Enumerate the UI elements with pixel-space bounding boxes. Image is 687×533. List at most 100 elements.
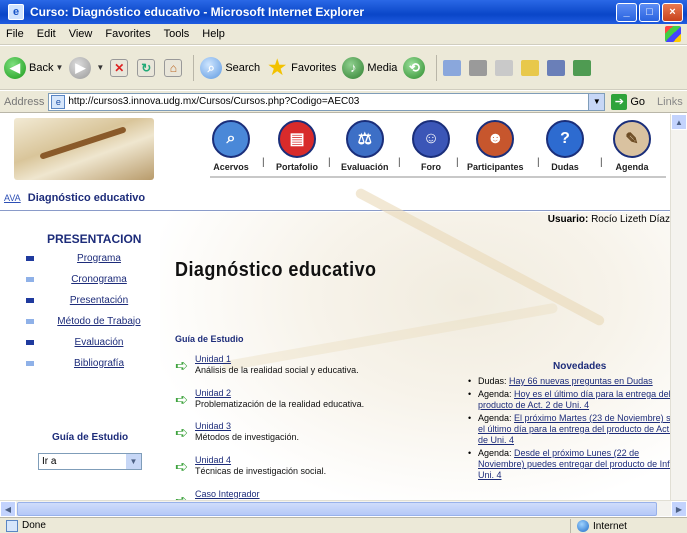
menu-edit[interactable]: Edit — [37, 28, 56, 40]
forward-arrow-icon: ▶ — [69, 56, 92, 79]
unit-link[interactable]: Unidad 1 — [195, 354, 359, 365]
page-icon — [6, 519, 18, 532]
sidebar-item-evaluacion[interactable]: Evaluación — [26, 335, 156, 349]
address-label: Address — [4, 95, 45, 108]
portafolio-icon: ▤ — [278, 120, 316, 158]
toolbar: ◀ Back ▼ ▶ ▼ ✕ ↻ ⌂ ⌕ Search ★ Favorites … — [0, 46, 687, 90]
nav-divider: | — [600, 157, 603, 168]
sidebar-link[interactable]: Método de Trabajo — [42, 316, 156, 327]
sidebar-item-programa[interactable]: Programa — [26, 251, 156, 265]
sidebar-heading: PRESENTACION — [47, 232, 142, 246]
unit-item: ➪ Unidad 2 Problematización de la realid… — [175, 388, 415, 410]
stop-icon: ✕ — [110, 58, 129, 77]
title-bar: e Curso: Diagnóstico educativo - Microso… — [0, 0, 687, 24]
favorites-button[interactable]: ★ Favorites — [266, 57, 336, 79]
sidebar-link[interactable]: Bibliografía — [42, 358, 156, 369]
forward-button[interactable]: ▶ ▼ — [69, 56, 104, 79]
scroll-thumb[interactable] — [17, 502, 657, 516]
nav-agenda[interactable]: ✎ Agenda — [613, 120, 651, 172]
breadcrumb-ava-link[interactable]: AVA — [4, 193, 21, 203]
nav-label: Foro — [421, 162, 441, 172]
menu-favorites[interactable]: Favorites — [105, 28, 150, 40]
links-button[interactable]: Links — [657, 96, 683, 108]
sidebar-item-bibliografia[interactable]: Bibliografía — [26, 356, 156, 370]
refresh-button[interactable]: ↻ — [137, 58, 158, 77]
sidebar-link[interactable]: Cronograma — [42, 274, 156, 285]
nav-evaluacion[interactable]: ⚖ Evaluación — [341, 120, 389, 172]
folder-icon[interactable] — [521, 59, 540, 76]
nav-label: Evaluación — [341, 162, 389, 172]
scroll-left-icon[interactable]: ◀ — [0, 501, 16, 517]
media-button[interactable]: ♪ Media — [342, 56, 398, 79]
nav-dudas[interactable]: ? Dudas — [546, 120, 584, 172]
sidebar-item-presentacion[interactable]: Presentación — [26, 293, 156, 307]
chevron-down-icon[interactable]: ▼ — [96, 63, 104, 72]
nav-label: Portafolio — [276, 162, 318, 172]
address-input[interactable]: e http://cursos3.innova.udg.mx/Cursos/Cu… — [48, 92, 606, 111]
close-button[interactable]: × — [662, 2, 683, 22]
minimize-button[interactable]: _ — [616, 2, 637, 22]
course-logo-image — [14, 118, 154, 180]
unit-link[interactable]: Unidad 4 — [195, 455, 326, 466]
window-title: Curso: Diagnóstico educativo - Microsoft… — [30, 5, 365, 19]
menu-help[interactable]: Help — [202, 28, 225, 40]
nav-participantes[interactable]: ☻ Participantes — [467, 120, 524, 172]
sidebar-link[interactable]: Programa — [42, 253, 156, 264]
security-zone: Internet — [570, 519, 627, 533]
guide-select-value: Ir a — [42, 456, 57, 467]
unit-link[interactable]: Unidad 3 — [195, 421, 299, 432]
guide-heading: Guía de Estudio — [175, 334, 244, 344]
nav-acervos[interactable]: ⌕ Acervos — [212, 120, 250, 172]
address-url[interactable]: http://cursos3.innova.udg.mx/Cursos/Curs… — [68, 96, 588, 107]
evaluacion-icon: ⚖ — [345, 120, 384, 158]
menu-file[interactable]: File — [6, 28, 24, 40]
sidebar-link[interactable]: Evaluación — [42, 337, 156, 348]
news-link[interactable]: Hay 66 nuevas preguntas en Dudas — [509, 376, 653, 386]
menu-view[interactable]: View — [69, 28, 93, 40]
nav-divider: | — [456, 157, 459, 168]
nav-portafolio[interactable]: ▤ Portafolio — [276, 120, 318, 172]
mail-icon[interactable] — [443, 59, 462, 76]
research-icon[interactable] — [547, 59, 566, 76]
address-bar: Address e http://cursos3.innova.udg.mx/C… — [0, 91, 687, 113]
search-button[interactable]: ⌕ Search — [200, 56, 260, 79]
edit-icon[interactable] — [495, 59, 514, 76]
unit-link[interactable]: Caso Integrador — [195, 489, 260, 500]
unit-item: ➪ Unidad 1 Análisis de la realidad socia… — [175, 354, 415, 376]
sidebar-item-metodo[interactable]: Método de Trabajo — [26, 314, 156, 328]
sidebar-item-cronograma[interactable]: Cronograma — [26, 272, 156, 286]
scroll-up-icon[interactable]: ▲ — [671, 114, 687, 130]
chevron-down-icon[interactable]: ▼ — [588, 93, 605, 110]
vertical-scrollbar[interactable]: ▲ — [670, 114, 687, 500]
horizontal-scrollbar[interactable]: ◀ ▶ — [0, 500, 687, 517]
nav-divider: | — [398, 157, 401, 168]
go-button[interactable]: ➔ Go — [611, 93, 645, 110]
messenger-icon[interactable] — [573, 59, 592, 76]
stop-button[interactable]: ✕ — [110, 58, 131, 77]
chevron-down-icon[interactable]: ▼ — [126, 454, 141, 469]
scroll-right-icon[interactable]: ▶ — [671, 501, 687, 517]
guide-select[interactable]: Ir a ▼ — [38, 453, 142, 470]
nav-underline — [210, 176, 666, 178]
nav-label: Dudas — [551, 162, 579, 172]
nav-divider: | — [262, 157, 265, 168]
user-name: Rocío Lizeth Díaz — [591, 214, 670, 225]
print-icon[interactable] — [469, 59, 488, 76]
arrow-right-icon: ➪ — [175, 491, 195, 500]
home-button[interactable]: ⌂ — [164, 58, 185, 77]
foro-icon: ☺ — [412, 120, 450, 158]
sidebar-link[interactable]: Presentación — [42, 295, 156, 306]
menu-tools[interactable]: Tools — [164, 28, 190, 40]
search-icon: ⌕ — [200, 56, 223, 79]
chevron-down-icon[interactable]: ▼ — [55, 63, 63, 72]
unit-description: Técnicas de investigación social. — [195, 466, 327, 476]
unit-link[interactable]: Unidad 2 — [195, 388, 364, 399]
go-arrow-icon: ➔ — [611, 93, 628, 110]
maximize-button[interactable]: □ — [639, 2, 660, 22]
media-label: Media — [367, 61, 398, 74]
nav-foro[interactable]: ☺ Foro — [412, 120, 450, 172]
back-button[interactable]: ◀ Back ▼ — [4, 56, 63, 79]
history-button[interactable]: ⟲ — [403, 56, 428, 79]
status-text: Done — [22, 520, 46, 531]
bullet-icon — [26, 318, 34, 324]
